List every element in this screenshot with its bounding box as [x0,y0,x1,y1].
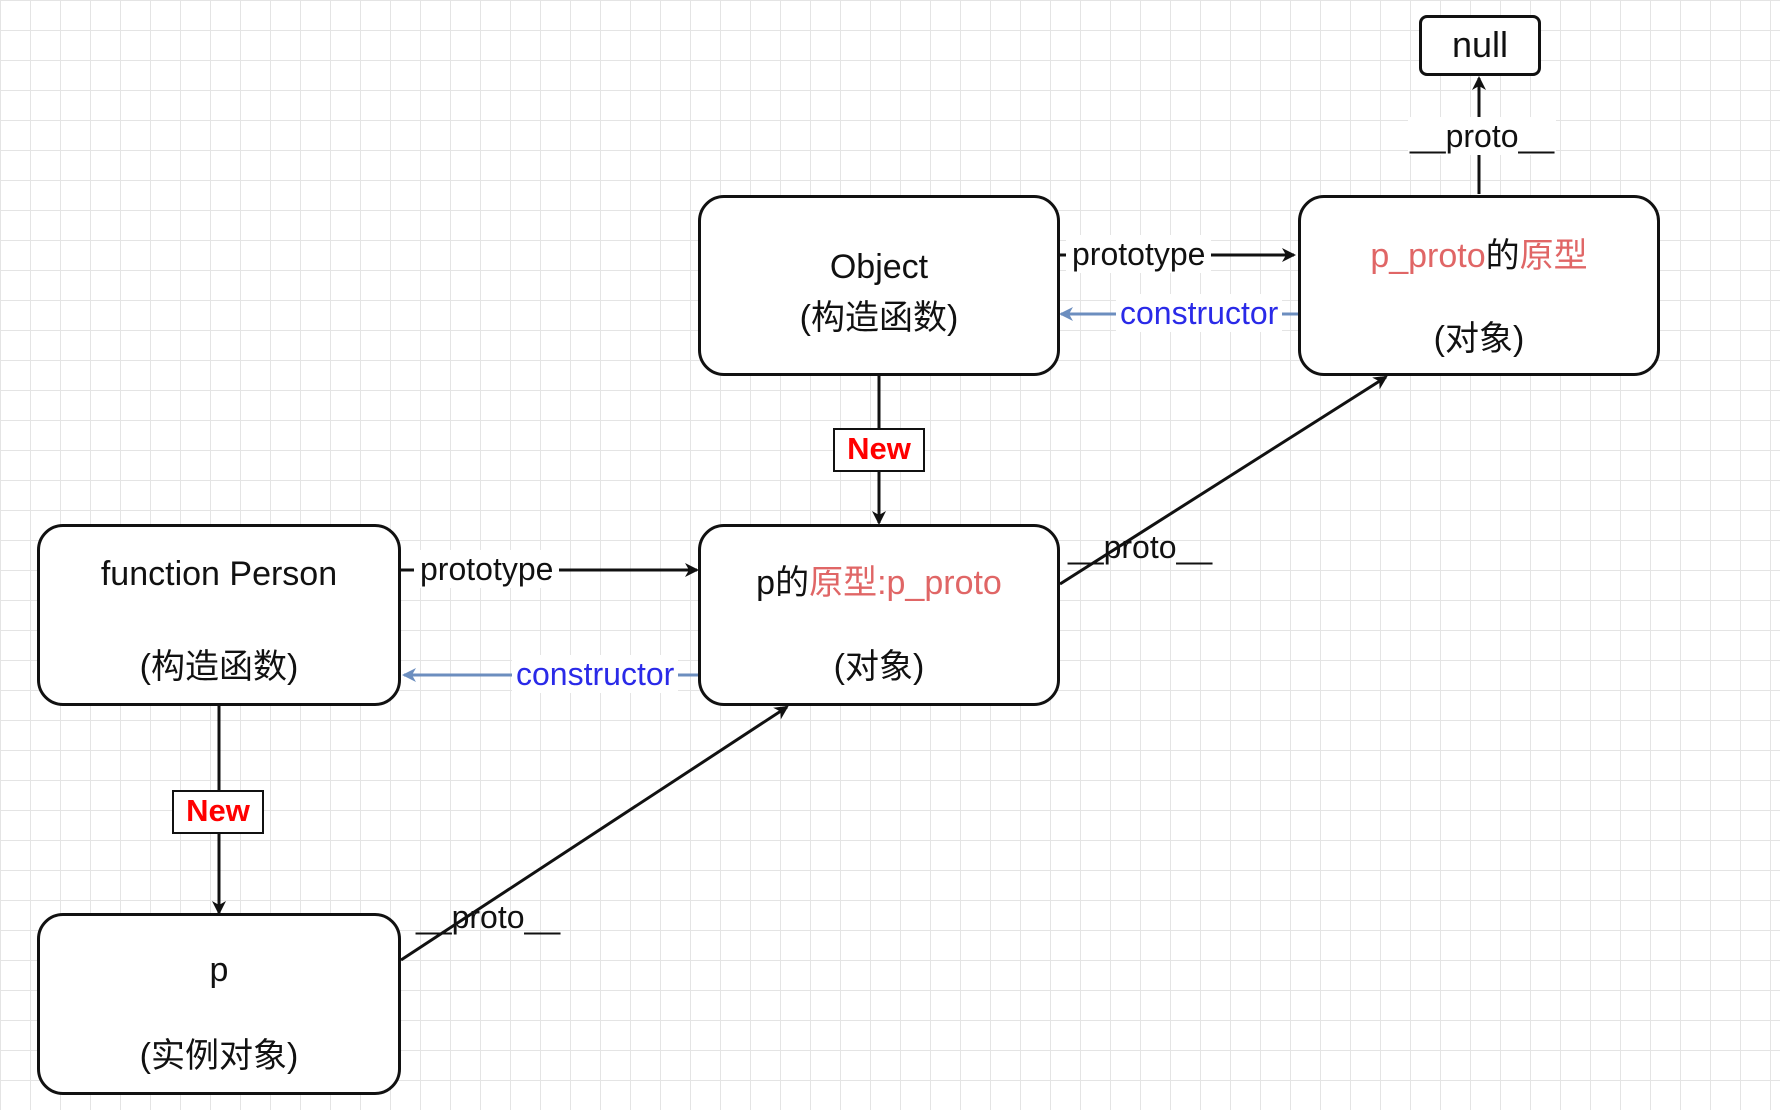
p-proto-prototype-title-b: 的 [1485,237,1520,275]
p-instance-title: p [209,951,229,989]
person-constructor-subtitle: (构造函数) [139,648,299,686]
p-instance-node[interactable]: p (实例对象) [37,913,401,1095]
object-constructor-node[interactable]: Object (构造函数) [698,195,1060,376]
object-new-tag: New [833,428,925,472]
p-proto-title: p的原型:p_proto [701,555,1057,604]
object-prototype-label: prototype [1066,235,1212,273]
null-node[interactable]: null [1419,15,1541,76]
p-proto-prototype-subtitle: (对象) [1433,320,1525,358]
p-proto-title-b: 原型:p_proto [809,564,1002,602]
p-proto-prototype-title: p_proto的原型 [1301,228,1657,277]
object-constructor-label: constructor [1116,294,1283,332]
p-proto-prototype-title-c: 原型 [1519,237,1588,275]
null-label: null [1451,24,1509,65]
p-proto-node[interactable]: p的原型:p_proto (对象) [698,524,1060,706]
object-constructor-title: Object [829,248,929,286]
p-proto-prototype-title-a: p_proto [1370,237,1486,275]
p-instance-subtitle: (实例对象) [139,1037,299,1075]
p-proto-prototype-node[interactable]: p_proto的原型 (对象) [1298,195,1660,376]
person-constructor-node[interactable]: function Person (构造函数) [37,524,401,706]
p-proto-subtitle: (对象) [833,648,925,686]
proto-proto-to-null-label: __proto__ [1408,117,1557,155]
person-prototype-label: prototype [414,550,560,588]
person-constructor-label: constructor [512,655,679,693]
person-new-tag: New [172,790,264,834]
p-proto-to-proto-proto-label: __proto__ [1068,529,1213,565]
p-proto-title-a: p的 [756,564,810,602]
p-to-p-proto-label: __proto__ [416,899,561,935]
object-constructor-subtitle: (构造函数) [799,299,959,337]
person-constructor-title: function Person [100,555,338,593]
